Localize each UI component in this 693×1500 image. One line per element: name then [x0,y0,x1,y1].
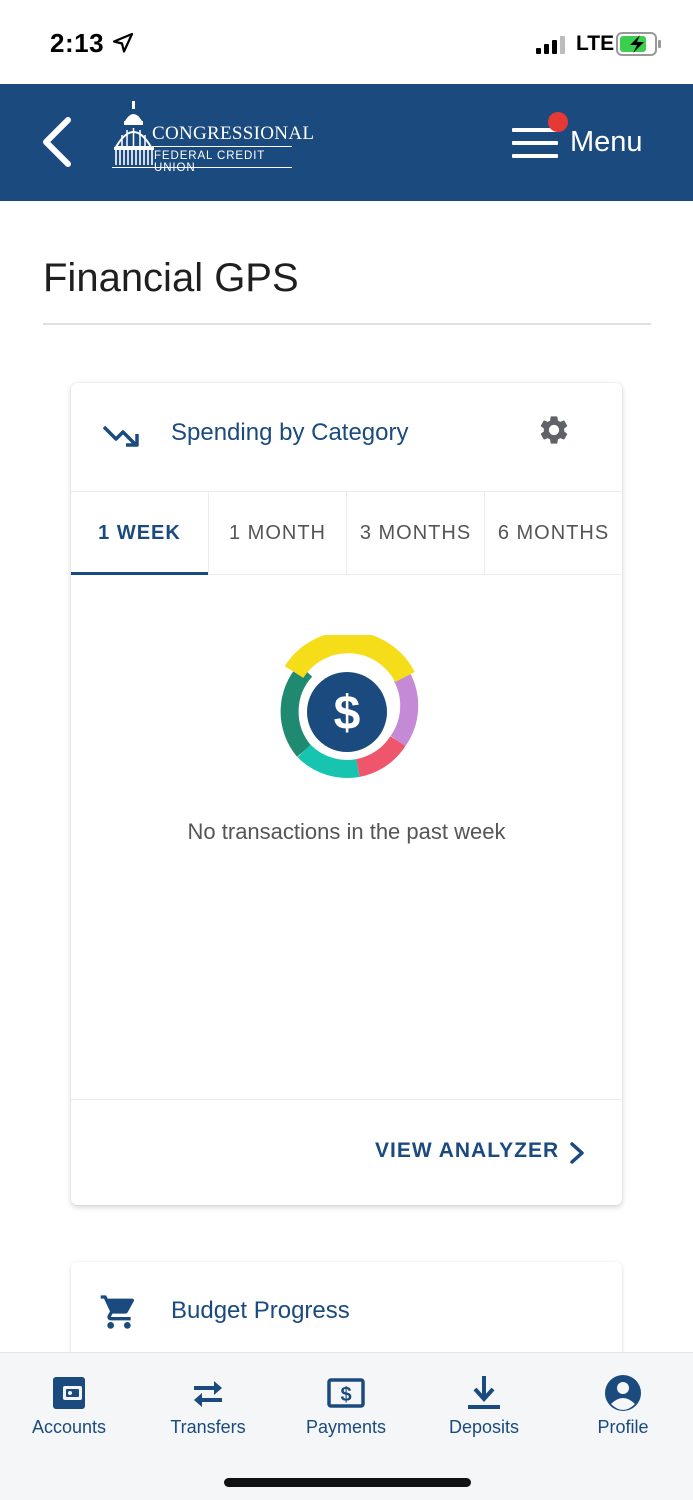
nav-label-deposits: Deposits [448,1417,520,1437]
svg-text:$: $ [334,687,361,740]
gear-icon[interactable] [537,413,571,447]
spending-by-category-card: Spending by Category 1 WEEK 1 MONTH 3 MO… [71,383,622,1205]
tab-3-months[interactable]: 3 MONTHS [347,492,485,574]
spending-donut-icon: $ [280,635,419,778]
notification-dot [548,112,568,132]
empty-state-message: No transactions in the past week [187,819,506,844]
nav-label-payments: Payments [305,1417,387,1437]
card-title: Spending by Category [171,419,409,446]
nav-label-accounts: Accounts [31,1417,107,1437]
view-analyzer-link[interactable]: VIEW ANALYZER [375,1139,559,1163]
app-header: CONGRESSIONAL FEDERAL CREDIT UNION Menu [0,84,693,201]
nav-payments[interactable]: $ Payments [286,1367,406,1457]
logo-base-rule [112,167,292,168]
nav-accounts[interactable]: Accounts [9,1367,129,1457]
network-label: LTE [576,32,615,55]
home-indicator [224,1478,471,1487]
credit-union-logo[interactable]: CONGRESSIONAL FEDERAL CREDIT UNION [112,99,314,185]
bottom-nav: Accounts Transfers $ Payments Deposits P… [0,1352,693,1500]
trending-down-icon [102,425,139,447]
card-header: Spending by Category [71,383,622,491]
nav-transfers[interactable]: Transfers [148,1367,268,1457]
battery-charging-icon [616,32,661,56]
logo-text-primary: CONGRESSIONAL [152,123,315,144]
chevron-right-icon[interactable] [567,1141,587,1165]
tab-1-week[interactable]: 1 WEEK [71,492,209,575]
period-tabs: 1 WEEK 1 MONTH 3 MONTHS 6 MONTHS [71,491,622,575]
capitol-dome-icon [114,101,154,165]
transfer-arrows-icon [194,1381,222,1407]
menu-button[interactable]: Menu [512,112,662,166]
shopping-cart-icon [100,1295,135,1329]
card-footer: VIEW ANALYZER [71,1099,622,1205]
tab-1-month[interactable]: 1 MONTH [209,492,347,574]
nav-label-transfers: Transfers [170,1417,246,1437]
status-time: 2:13 [50,28,105,58]
back-button[interactable] [36,114,80,170]
signal-bars-icon [536,36,565,54]
title-divider [43,323,651,325]
budget-progress-title: Budget Progress [171,1297,350,1324]
profile-icon [605,1375,641,1411]
menu-label: Menu [570,126,643,158]
svg-text:$: $ [340,1384,351,1406]
tab-6-months[interactable]: 6 MONTHS [485,492,622,574]
download-icon [468,1376,500,1409]
status-bar: 2:13 LTE [0,0,693,84]
logo-rule [152,146,292,147]
location-arrow-icon [112,32,134,53]
dollar-bill-icon: $ [327,1378,365,1408]
hamburger-menu-icon [512,128,558,158]
nav-label-profile: Profile [597,1417,649,1437]
nav-profile[interactable]: Profile [563,1367,683,1457]
wallet-icon [53,1377,85,1409]
logo-text-secondary: FEDERAL CREDIT UNION [154,150,266,174]
nav-deposits[interactable]: Deposits [424,1367,544,1457]
page-title: Financial GPS [43,256,299,300]
